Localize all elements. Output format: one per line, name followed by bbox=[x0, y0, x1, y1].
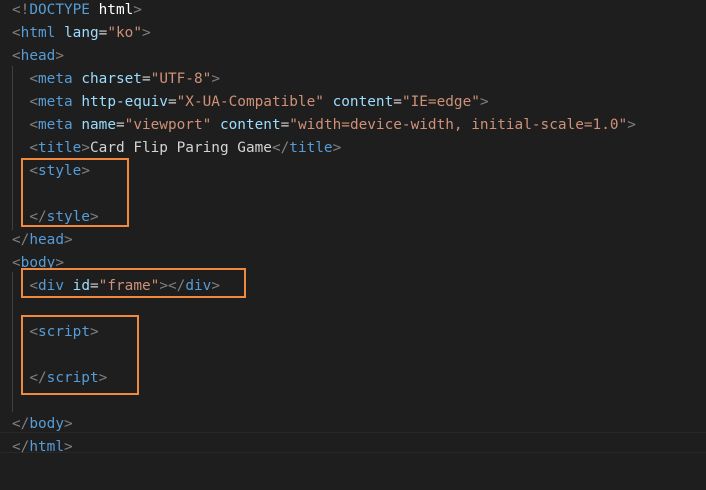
code-token: "UTF-8" bbox=[150, 71, 212, 87]
code-token: > bbox=[63, 416, 73, 432]
code-editor[interactable]: <!DOCTYPE html> <html lang="ko"> <head> <m… bbox=[0, 0, 706, 490]
code-token: > bbox=[55, 48, 64, 64]
code-token: < bbox=[12, 255, 21, 271]
code-token: http-equiv bbox=[81, 94, 168, 110]
code-token: </ bbox=[271, 140, 290, 156]
code-line: <meta charset="UTF-8"> bbox=[12, 69, 220, 92]
code-token: > bbox=[133, 2, 142, 18]
code-token: lang bbox=[64, 25, 99, 41]
code-token: < bbox=[29, 94, 38, 110]
code-token: </ bbox=[12, 439, 30, 455]
code-token: html bbox=[20, 25, 56, 41]
script-block-highlight bbox=[21, 315, 139, 395]
code-token: body bbox=[29, 416, 64, 432]
code-token: title bbox=[289, 140, 333, 156]
code-token: < bbox=[29, 71, 38, 87]
code-line: <meta name="viewport" content="width=dev… bbox=[12, 115, 636, 138]
style-block-highlight bbox=[21, 158, 129, 227]
code-line: <meta http-equiv="X-UA-Compatible" conte… bbox=[12, 92, 489, 115]
code-token: > bbox=[81, 140, 90, 156]
code-token: = bbox=[115, 117, 125, 133]
code-token: meta bbox=[38, 94, 73, 110]
code-token: < bbox=[12, 48, 21, 64]
code-token: = bbox=[280, 117, 290, 133]
code-line: </html> bbox=[12, 437, 73, 460]
code-token: title bbox=[38, 140, 82, 156]
code-line: </body> bbox=[12, 414, 73, 437]
code-token: meta bbox=[38, 117, 73, 133]
code-token: = bbox=[393, 94, 402, 110]
code-token: name bbox=[81, 117, 116, 133]
code-token: DOCTYPE bbox=[29, 2, 99, 18]
code-token: < bbox=[29, 140, 38, 156]
code-token: > bbox=[332, 140, 342, 156]
code-token: </ bbox=[12, 416, 30, 432]
code-token: = bbox=[167, 94, 177, 110]
code-token: </ bbox=[12, 232, 30, 248]
code-token: content bbox=[219, 117, 281, 133]
code-token: "IE=edge" bbox=[401, 94, 480, 110]
code-token: "ko" bbox=[107, 25, 142, 41]
code-line: <!DOCTYPE html> bbox=[12, 0, 142, 23]
code-token: html bbox=[29, 439, 64, 455]
code-token: "X-UA-Compatible" bbox=[176, 94, 324, 110]
code-token: > bbox=[211, 71, 220, 87]
code-token: > bbox=[479, 94, 489, 110]
code-token: > bbox=[63, 439, 73, 455]
code-token: html bbox=[98, 2, 134, 18]
code-token: content bbox=[332, 94, 394, 110]
code-line: </head> bbox=[12, 230, 73, 253]
code-line: <html lang="ko"> bbox=[12, 23, 151, 46]
code-token: > bbox=[627, 117, 636, 133]
code-token: "width=device-width, initial-scale=1.0" bbox=[289, 117, 628, 133]
code-token: < bbox=[29, 117, 38, 133]
current-line-highlight bbox=[0, 432, 706, 453]
frame-div-highlight bbox=[21, 268, 246, 298]
code-token: Card Flip Paring Game bbox=[90, 140, 272, 156]
code-token: > bbox=[141, 25, 151, 41]
code-token: meta bbox=[38, 71, 73, 87]
code-token: <! bbox=[12, 2, 30, 18]
code-token: < bbox=[12, 25, 21, 41]
code-token: > bbox=[63, 232, 73, 248]
code-token: head bbox=[20, 48, 56, 64]
code-line: <head> bbox=[12, 46, 64, 69]
code-token: = bbox=[141, 71, 151, 87]
code-token: "viewport" bbox=[124, 117, 212, 133]
code-token: charset bbox=[81, 71, 142, 87]
code-token: head bbox=[29, 232, 64, 248]
